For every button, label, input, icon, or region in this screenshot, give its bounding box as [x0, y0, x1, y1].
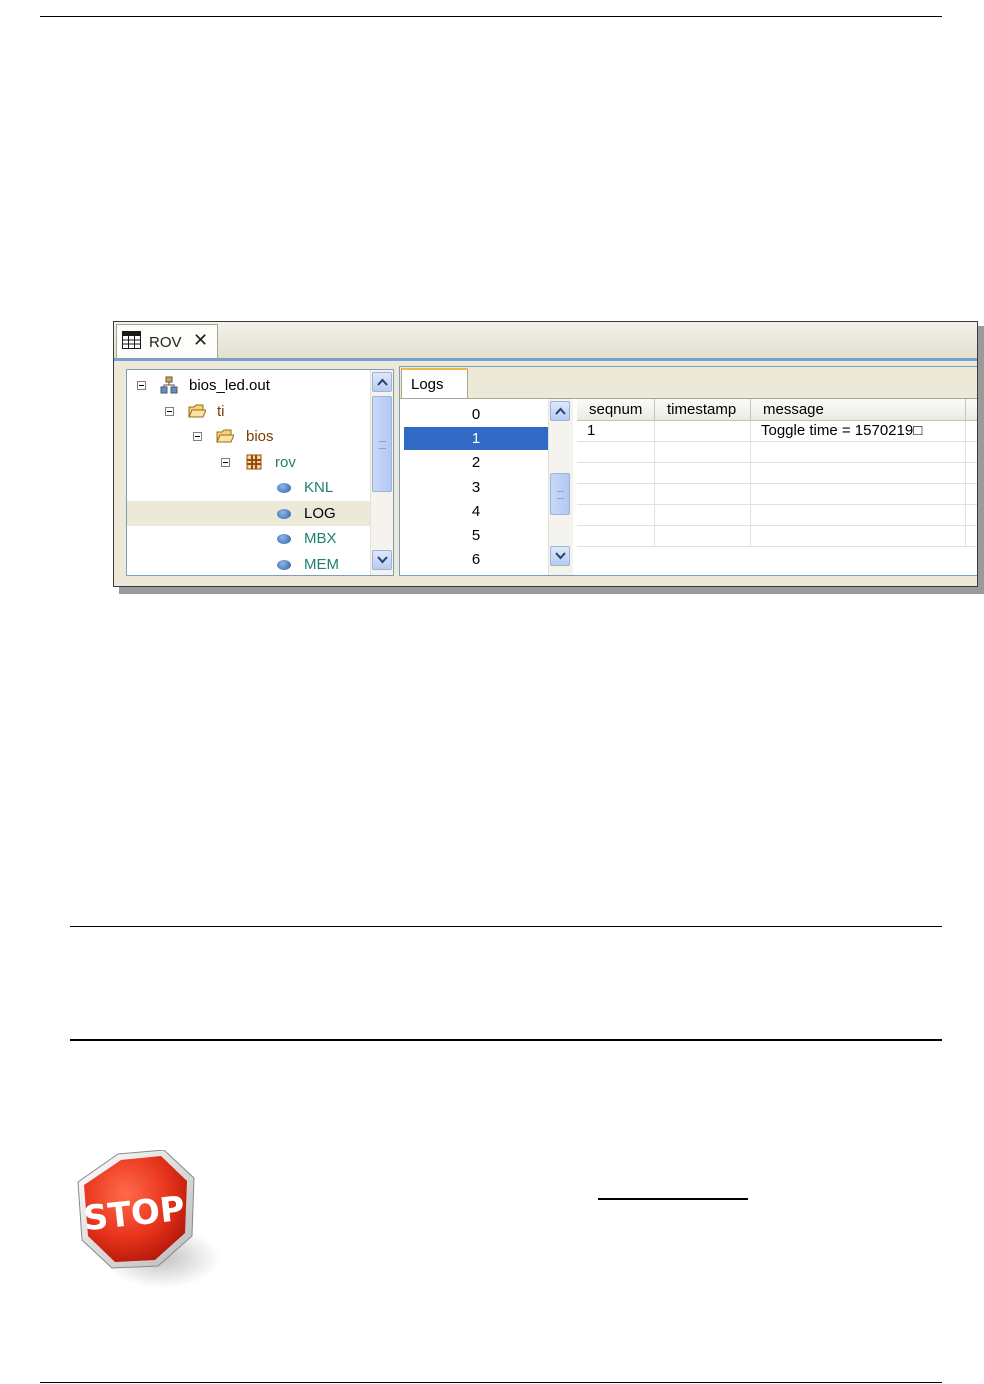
table-cell: [751, 463, 966, 484]
table-cell: 1: [577, 421, 655, 442]
logs-content: 0123456 seqnum timestamp message 1 Toggle…: [400, 398, 977, 575]
collapse-toggle-icon[interactable]: [137, 381, 146, 390]
tree-item-label: MEM: [304, 555, 339, 573]
tree-item-label: rov: [275, 453, 296, 471]
table-cell: [655, 484, 751, 505]
logs-panel: Logs 0123456 seqnum timestamp message 1T…: [399, 366, 977, 576]
table-cell: [577, 442, 655, 463]
tree-item-label: KNL: [304, 479, 334, 496]
table-cell: [655, 442, 751, 463]
table-cell: [655, 505, 751, 526]
tree-item-label: ti: [217, 402, 225, 420]
log-table: seqnum timestamp message 1 Toggle time = …: [577, 399, 977, 575]
blank-line: [598, 1198, 748, 1200]
table-cell: [751, 526, 966, 547]
module-dot-icon: [277, 559, 291, 570]
log-index-item[interactable]: 1: [404, 427, 548, 451]
view-titlebar: ROV ✕: [114, 322, 977, 359]
log-index-item[interactable]: 3: [404, 476, 548, 499]
column-header-message[interactable]: message: [751, 399, 966, 421]
chevron-up-icon: [555, 407, 566, 415]
column-header-timestamp[interactable]: timestamp: [655, 399, 751, 421]
table-cell: [655, 526, 751, 547]
tree-item[interactable]: bios: [127, 424, 370, 449]
log-index-item[interactable]: 5: [404, 524, 548, 547]
table-cell: [577, 505, 655, 526]
column-header-seqnum[interactable]: seqnum: [577, 399, 655, 421]
table-cell: [577, 484, 655, 505]
grid-table-icon: [122, 331, 141, 349]
active-view-indicator: [114, 358, 977, 361]
stop-sign-icon: STOP: [77, 1150, 220, 1288]
table-cell: Toggle time = 1570219□: [751, 421, 966, 442]
tree-item-label: bios: [246, 428, 274, 445]
folder-icon: [216, 429, 234, 443]
table-cell: [966, 421, 977, 442]
table-cell: [751, 442, 966, 463]
index-scrollbar[interactable]: [548, 399, 573, 575]
scroll-thumb[interactable]: [372, 396, 392, 492]
tree-scrollbar[interactable]: [370, 370, 393, 575]
log-index-list: 0123456: [404, 399, 548, 575]
table-cell: [751, 505, 966, 526]
tree-item[interactable]: KNL: [127, 475, 370, 500]
tab-rov[interactable]: ROV ✕: [116, 324, 218, 358]
chevron-up-icon: [377, 378, 388, 386]
chevron-down-icon: [555, 552, 566, 560]
folder-icon: [188, 404, 206, 417]
log-index-item[interactable]: 6: [404, 548, 548, 571]
tree-item[interactable]: LOG: [127, 500, 370, 526]
tab-logs-label: Logs: [411, 376, 444, 393]
collapse-toggle-icon[interactable]: [221, 457, 230, 467]
table-cell: [577, 463, 655, 484]
tab-rov-label: ROV: [149, 334, 182, 351]
rov-view-window: ROV ✕ bios_led.out ti bios rov KNL LOG MBX MEM …: [113, 321, 978, 587]
table-cell: [966, 463, 977, 484]
close-icon[interactable]: ✕: [193, 330, 208, 351]
module-dot-icon: [277, 483, 291, 493]
scroll-thumb[interactable]: [550, 473, 570, 515]
table-cell: [751, 484, 966, 505]
module-dot-icon: [277, 534, 291, 544]
tree-item-label: MBX: [304, 530, 337, 547]
module-tree: bios_led.outti bios rov KNL LOG MBX MEM: [126, 369, 394, 576]
module-dot-icon: [277, 508, 291, 519]
table-cell: [966, 442, 977, 463]
scroll-up-button[interactable]: [550, 401, 570, 421]
tree-item[interactable]: MEM: [127, 552, 370, 576]
table-cell: [966, 505, 977, 526]
tree-item[interactable]: rov: [127, 450, 370, 475]
footer-rule: [40, 1382, 942, 1383]
scroll-down-button[interactable]: [550, 546, 570, 566]
tree-item[interactable]: ti: [127, 399, 370, 424]
header-rule: [40, 16, 942, 17]
table-cell: [966, 526, 977, 547]
collapse-toggle-icon[interactable]: [165, 406, 174, 416]
tree-item[interactable]: bios_led.out: [127, 373, 370, 398]
chevron-down-icon: [377, 556, 388, 564]
table-cell: [966, 484, 977, 505]
table-cell: [655, 421, 751, 442]
package-icon: [246, 454, 262, 469]
program-icon: [160, 376, 178, 394]
table-cell: [655, 463, 751, 484]
tab-logs[interactable]: Logs: [401, 368, 468, 398]
log-index-item[interactable]: 0: [404, 403, 548, 426]
tree-item-label: LOG: [304, 504, 336, 522]
section-rule: [70, 926, 942, 927]
log-index-item[interactable]: 2: [404, 451, 548, 474]
scroll-down-button[interactable]: [372, 550, 392, 570]
tree-item-label: bios_led.out: [189, 377, 270, 394]
column-header-filler: [966, 399, 977, 421]
table-cell: [577, 526, 655, 547]
tree-item[interactable]: MBX: [127, 526, 370, 551]
collapse-toggle-icon[interactable]: [193, 432, 202, 441]
section-rule: [70, 1039, 942, 1041]
scroll-up-button[interactable]: [372, 372, 392, 392]
log-index-item[interactable]: 4: [404, 500, 548, 523]
